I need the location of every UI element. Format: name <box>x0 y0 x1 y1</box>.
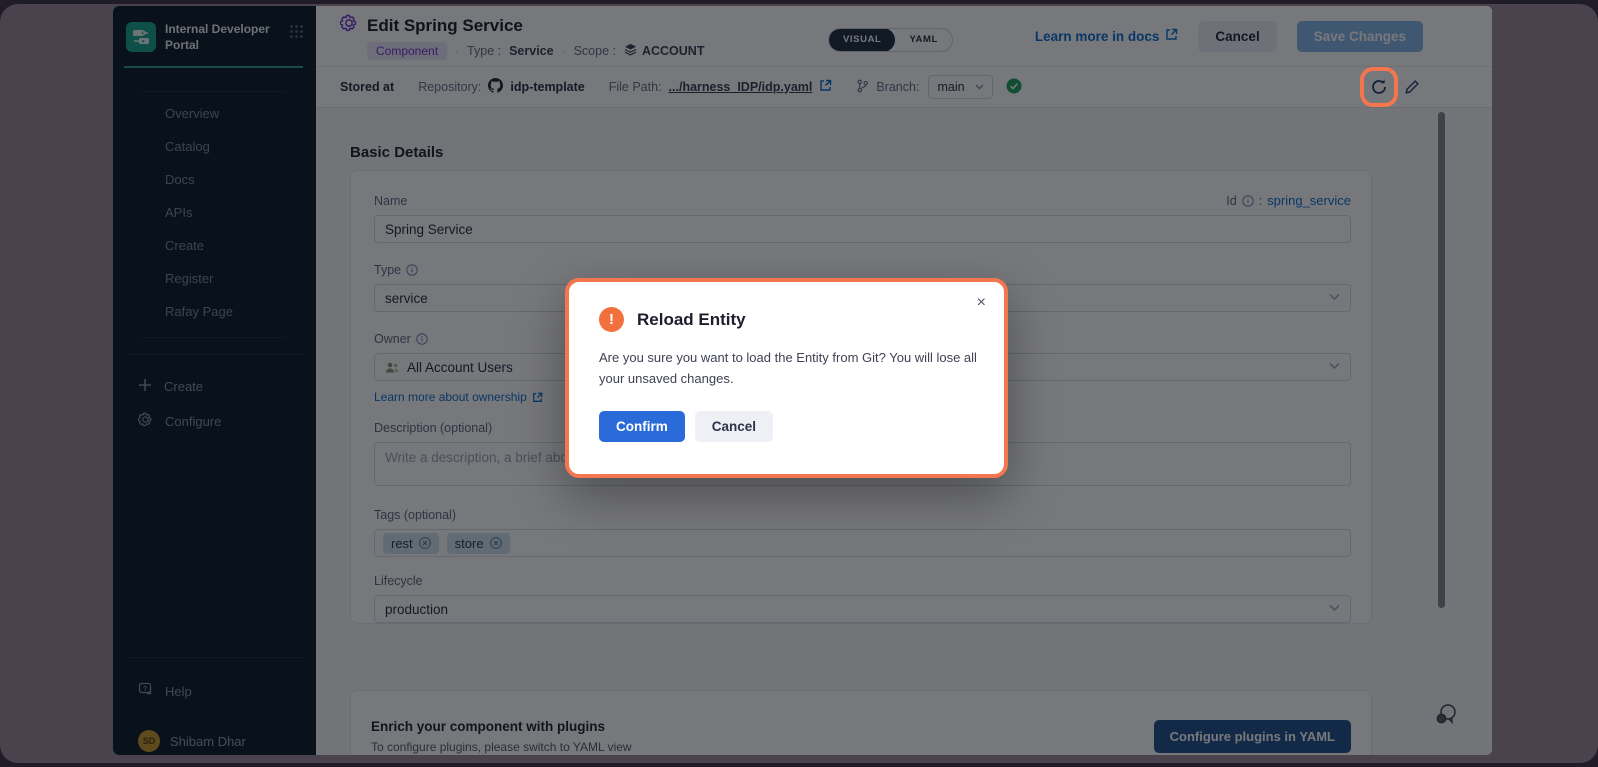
reload-entity-button[interactable] <box>1370 78 1388 96</box>
reload-entity-modal: × ! Reload Entity Are you sure you want … <box>565 278 1008 478</box>
modal-title: Reload Entity <box>637 310 746 330</box>
modal-message: Are you sure you want to load the Entity… <box>599 348 991 390</box>
modal-cancel-button[interactable]: Cancel <box>695 411 773 442</box>
app-window: Internal Developer Portal Overview Catal… <box>113 6 1492 755</box>
annotation-highlight-ring <box>1360 67 1398 107</box>
close-icon[interactable]: × <box>977 294 986 312</box>
confirm-button[interactable]: Confirm <box>599 411 685 442</box>
warning-icon: ! <box>599 307 624 332</box>
